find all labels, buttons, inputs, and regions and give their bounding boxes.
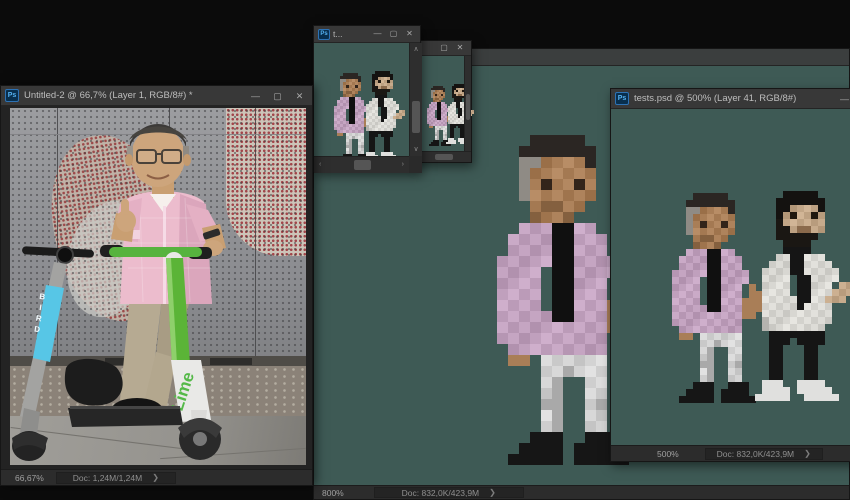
minimize-button[interactable]: — xyxy=(371,27,384,41)
vertical-scrollbar[interactable] xyxy=(464,56,471,151)
window-float-small: Ps t... — ▢ ✕ ∧ ∨ ‹ › xyxy=(313,25,421,172)
untitled-statusbar: 66,67% Doc: 1,24M/1,24M ❯ xyxy=(1,469,312,485)
scroll-left-icon[interactable]: ‹ xyxy=(319,157,321,172)
window-tests-500: Ps tests.psd @ 500% (Layer 41, RGB/8#) —… xyxy=(610,88,850,462)
scrollbar-thumb[interactable] xyxy=(435,154,453,160)
horizontal-scrollbar[interactable]: ‹ › xyxy=(314,156,409,173)
scrollbar-thumb[interactable] xyxy=(412,101,420,133)
minimize-button[interactable]: — xyxy=(836,92,850,106)
untitled-canvas[interactable]: Lime BIRD xyxy=(1,106,312,469)
doc-size-info: Doc: 1,24M/1,24M ❯ xyxy=(56,472,176,484)
photo-canvas: Lime BIRD xyxy=(10,108,306,465)
scrollbar-thumb[interactable] xyxy=(354,160,371,170)
zoom-level-field[interactable]: 500% xyxy=(657,449,679,459)
pixel-figure-beard-small xyxy=(363,71,411,161)
close-button[interactable]: ✕ xyxy=(291,89,308,103)
window-float-tiny: ▢ ✕ xyxy=(414,40,472,163)
float-small-canvas[interactable] xyxy=(314,43,409,156)
tests-500-statusbar: 500% Doc: 832,0K/423,9M ❯ xyxy=(611,445,850,461)
maximize-button[interactable]: ▢ xyxy=(437,41,451,55)
photo-figures: Lime xyxy=(10,108,306,465)
minimize-button[interactable]: — xyxy=(247,89,264,103)
vertical-scrollbar[interactable]: ∧ ∨ xyxy=(409,43,422,156)
float-tiny-canvas[interactable] xyxy=(415,56,464,151)
status-expand-icon[interactable]: ❯ xyxy=(804,449,811,458)
window-title: tests.psd @ 500% (Layer 41, RGB/8#) xyxy=(634,93,831,104)
scroll-up-icon[interactable]: ∧ xyxy=(410,46,422,53)
pixel-figure-beard-medium xyxy=(755,191,850,401)
window-title: t... xyxy=(333,29,368,39)
float-small-titlebar[interactable]: Ps t... — ▢ ✕ xyxy=(314,26,420,43)
status-expand-icon[interactable]: ❯ xyxy=(152,473,159,482)
scrollbar-thumb[interactable] xyxy=(466,94,470,120)
zoom-level-field[interactable]: 66,67% xyxy=(15,473,44,483)
tests-500-titlebar[interactable]: Ps tests.psd @ 500% (Layer 41, RGB/8#) — xyxy=(611,89,850,109)
bird-scooter xyxy=(12,246,94,461)
window-title: Untitled-2 @ 66,7% (Layer 1, RGB/8#) * xyxy=(24,90,242,101)
close-button[interactable]: ✕ xyxy=(453,41,467,55)
photoshop-file-icon: Ps xyxy=(615,92,629,105)
status-expand-icon[interactable]: ❯ xyxy=(489,488,496,497)
doc-size-info: Doc: 832,0K/423,9M ❯ xyxy=(374,487,524,497)
close-button[interactable]: ✕ xyxy=(403,27,416,41)
tests-500-canvas[interactable] xyxy=(611,109,850,445)
maximize-button[interactable]: ▢ xyxy=(269,89,286,103)
scrollbar-corner xyxy=(409,156,422,173)
untitled-titlebar[interactable]: Ps Untitled-2 @ 66,7% (Layer 1, RGB/8#) … xyxy=(1,86,312,106)
doc-size-info: Doc: 832,0K/423,9M ❯ xyxy=(705,448,823,460)
float-tiny-titlebar[interactable]: ▢ ✕ xyxy=(415,41,471,56)
scroll-down-icon[interactable]: ∨ xyxy=(410,146,422,153)
pixel-figure-beard-tiny xyxy=(446,84,478,144)
zoom-level-field[interactable]: 800% xyxy=(322,488,344,498)
scroll-right-icon[interactable]: › xyxy=(402,157,404,172)
photoshop-file-icon: Ps xyxy=(5,89,19,102)
window-untitled: Ps Untitled-2 @ 66,7% (Layer 1, RGB/8#) … xyxy=(0,85,313,486)
photoshop-file-icon: Ps xyxy=(318,29,330,40)
tests-800-statusbar: 800% Doc: 832,0K/423,9M ❯ xyxy=(314,485,849,499)
horizontal-scrollbar[interactable] xyxy=(415,151,471,162)
maximize-button[interactable]: ▢ xyxy=(387,27,400,41)
